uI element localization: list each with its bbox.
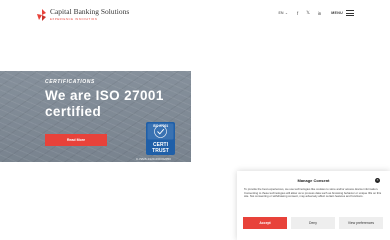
accept-button[interactable]: Accept — [243, 217, 287, 229]
header-nav: EN ⌄ f 𝕏 in MENU — [279, 10, 354, 16]
brand-tagline: EXPERIENCE INNOVATION — [50, 17, 98, 21]
x-twitter-icon[interactable]: 𝕏 — [306, 10, 310, 16]
brand-logo[interactable]: Capital Banking Solutions EXPERIENCE INN… — [36, 8, 129, 21]
certificate-code: C-ISMS-0120-ROC02050 — [136, 157, 171, 161]
banner-eyebrow: CERTIFICATIONS — [45, 79, 95, 85]
badge-top-text: ISO 27001 — [153, 124, 168, 128]
brand-mark-icon — [37, 8, 46, 21]
consent-dialog: Manage Consent × To provide the best exp… — [237, 171, 390, 240]
language-selector[interactable]: EN ⌄ — [279, 11, 289, 15]
chevron-down-icon: ⌄ — [285, 11, 289, 15]
facebook-icon[interactable]: f — [297, 11, 298, 16]
consent-text: To provide the best experiences, we use … — [244, 187, 382, 199]
read-more-button[interactable]: Read More — [45, 134, 107, 146]
deny-button[interactable]: Deny — [291, 217, 335, 229]
iso-certitrust-badge: ISO 27001 CERTI TRUST — [146, 122, 175, 155]
consent-title: Manage Consent — [297, 178, 330, 183]
hamburger-icon[interactable] — [346, 10, 354, 16]
language-label: EN — [278, 11, 284, 15]
brand-text: Capital Banking Solutions EXPERIENCE INN… — [50, 7, 130, 22]
close-icon[interactable]: × — [375, 178, 380, 183]
linkedin-icon[interactable]: in — [318, 11, 321, 16]
banner-headline: We are ISO 27001 certified — [45, 88, 164, 119]
menu-label[interactable]: MENU — [331, 11, 343, 15]
badge-trust-text: TRUST — [152, 148, 169, 154]
brand-name: Capital Banking Solutions — [50, 7, 130, 16]
site-header: Capital Banking Solutions EXPERIENCE INN… — [0, 0, 390, 30]
view-preferences-button[interactable]: View preferences — [339, 217, 383, 229]
